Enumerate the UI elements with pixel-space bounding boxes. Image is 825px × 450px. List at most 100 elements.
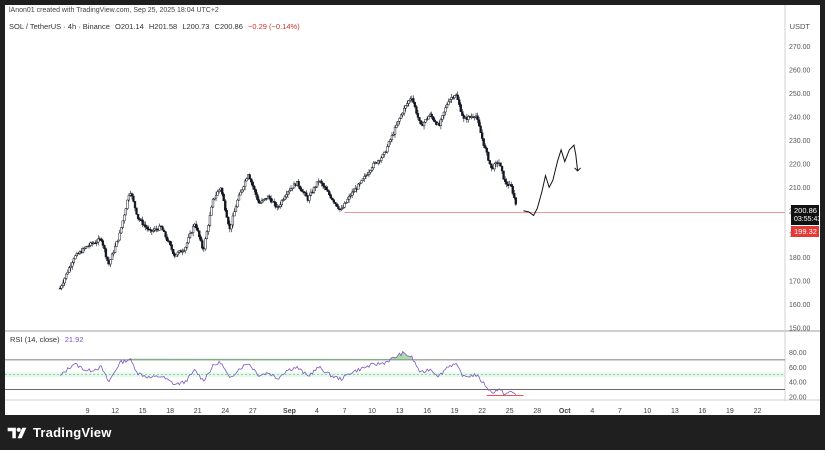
candle-body: [61, 282, 65, 286]
candle-body: [195, 223, 198, 229]
candle-body: [239, 191, 242, 196]
candle-body: [337, 206, 340, 210]
candle-body: [65, 273, 68, 279]
candle-body: [430, 113, 433, 118]
candle-body: [329, 194, 332, 199]
candle-body: [487, 151, 490, 161]
price-axis-tick-label: 170.00: [789, 279, 811, 286]
candle-body: [331, 197, 334, 201]
time-axis-tick-label: Sep: [283, 408, 296, 415]
candle-body: [165, 236, 169, 241]
price-axis-tick-label: 220.00: [789, 161, 811, 168]
candle-body: [499, 162, 502, 167]
candle-body: [456, 94, 459, 100]
candle-body: [347, 196, 351, 200]
candle-body: [161, 226, 164, 231]
price-axis-tick-label: 270.00: [789, 44, 811, 51]
candle-body: [236, 199, 239, 208]
candle-body: [448, 99, 452, 103]
candle-body: [441, 115, 444, 120]
time-axis-tick-label: 10: [368, 408, 376, 415]
candle-body: [113, 246, 117, 253]
chart-canvas[interactable]: 150.00160.00170.00180.00190.00200.00210.…: [5, 5, 820, 415]
time-axis-tick-label: 28: [533, 408, 541, 415]
candle-body: [357, 183, 360, 190]
candle-body: [127, 194, 131, 201]
tradingview-brand: TradingView: [33, 425, 112, 440]
candle-body: [250, 178, 253, 183]
candle-body: [133, 201, 137, 209]
time-axis-tick-label: 19: [451, 408, 459, 415]
rsi-legend[interactable]: RSI (14, close) 21.92: [10, 335, 83, 344]
rsi-axis-tick-label: 40.00: [789, 380, 807, 387]
candle-body: [256, 194, 259, 200]
candle-body: [221, 187, 224, 195]
candle-body: [346, 199, 349, 203]
candle-body: [395, 124, 398, 128]
candle-body: [389, 139, 392, 142]
symbol-pair[interactable]: SOL / TetherUS · 4h · Binance: [9, 22, 110, 31]
time-axis-tick-label: 4: [315, 408, 319, 415]
candle-body: [126, 199, 129, 209]
time-axis-tick-label: 7: [618, 408, 622, 415]
price-axis-tick-label: 240.00: [789, 115, 811, 122]
candle-body: [299, 186, 302, 190]
candle-body: [387, 141, 391, 147]
time-axis-tick-label: Oct: [559, 408, 571, 415]
candle-body: [367, 171, 371, 175]
candle-body: [505, 181, 508, 185]
time-axis-tick-label: 7: [343, 408, 347, 415]
candle-body: [214, 195, 218, 199]
rsi-axis-tick-label: 80.00: [789, 350, 807, 357]
time-axis-tick-label: 12: [111, 408, 119, 415]
candle-body: [442, 111, 446, 116]
candle-body: [511, 185, 514, 194]
candle-body: [248, 174, 251, 180]
candle-body: [481, 132, 484, 139]
rsi-axis-tick-label: 60.00: [789, 365, 807, 372]
candle-body: [285, 194, 288, 198]
candle-body: [422, 121, 426, 127]
candle-body: [141, 219, 144, 225]
price-axis-tick-label: 260.00: [789, 68, 811, 75]
candle-body: [231, 215, 235, 226]
candle-body: [222, 193, 225, 202]
rsi-axis-tick-label: 20.00: [789, 395, 807, 402]
candle-body: [476, 115, 479, 121]
candle-body: [216, 191, 219, 196]
candle-body: [363, 176, 366, 180]
candle-body: [101, 240, 105, 246]
time-axis-tick-label: 21: [194, 408, 202, 415]
candle-body: [488, 160, 491, 164]
candle-body: [412, 98, 415, 103]
candle-body: [199, 236, 202, 241]
candle-body: [407, 100, 410, 104]
candle-body: [135, 207, 138, 215]
candle-body: [413, 102, 417, 107]
currency-label[interactable]: USDT: [790, 22, 810, 31]
candle-body: [233, 211, 236, 217]
candle-body: [198, 230, 201, 238]
candle-body: [118, 232, 121, 241]
candle-body: [115, 241, 118, 247]
candle-body: [283, 196, 287, 200]
time-axis-tick-label: 22: [478, 408, 486, 415]
rsi-background: [5, 359, 785, 390]
candle-body: [224, 200, 227, 211]
candle-body: [328, 191, 331, 195]
candle-body: [210, 206, 213, 216]
candle-body: [300, 188, 303, 192]
candle-body: [120, 227, 123, 234]
time-axis-tick-label: 10: [643, 408, 651, 415]
candle-body: [447, 101, 450, 105]
candle-body: [280, 200, 283, 206]
candle-body: [320, 180, 323, 184]
price-axis-tick-label: 150.00: [789, 326, 811, 333]
rsi-overbought-fill: [124, 351, 412, 360]
candle-body: [370, 167, 374, 171]
candle-body: [433, 119, 436, 123]
projection-path: [523, 144, 581, 217]
candle-body: [176, 252, 179, 256]
candle-body: [503, 178, 507, 182]
candle-body: [513, 193, 516, 198]
